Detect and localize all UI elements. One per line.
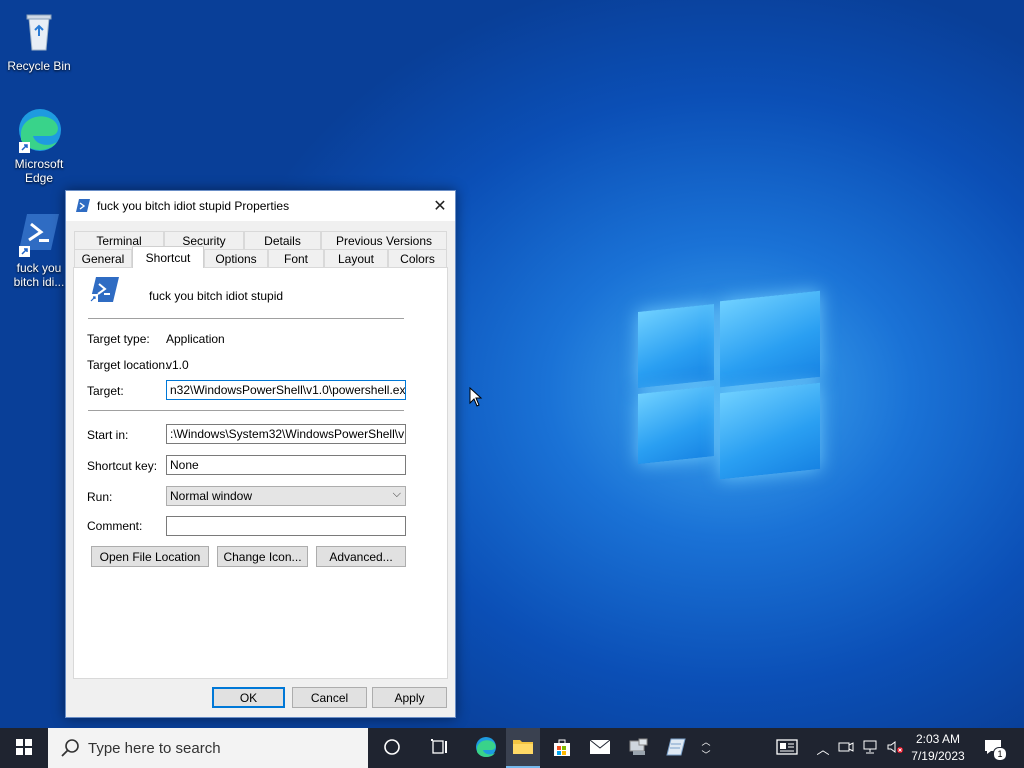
computer-icon	[627, 737, 649, 760]
properties-dialog: fuck you bitch idiot stupid Properties ✕…	[65, 190, 456, 718]
open-file-location-button[interactable]: Open File Location	[91, 546, 209, 567]
change-icon-button[interactable]: Change Icon...	[217, 546, 308, 567]
close-icon: ✕	[433, 198, 447, 215]
target-location-value: v1.0	[166, 358, 189, 372]
windows-logo-wallpaper	[636, 290, 822, 480]
windows-start-icon	[16, 738, 32, 758]
tab-layout[interactable]: Layout	[324, 249, 388, 267]
start-in-input[interactable]: :\Windows\System32\WindowsPowerShell\v1.…	[166, 424, 406, 444]
dialog-title: fuck you bitch idiot stupid Properties	[97, 199, 290, 213]
recycle-bin-icon	[15, 8, 63, 56]
run-label: Run:	[87, 490, 113, 504]
edge-icon	[15, 106, 63, 154]
desktop-icon-label: Microsoft Edge	[14, 157, 64, 185]
notepad-icon	[665, 737, 687, 760]
ok-button[interactable]: OK	[212, 687, 285, 708]
shortcut-name: fuck you bitch idiot stupid	[149, 289, 284, 303]
cortana-icon	[383, 738, 401, 759]
clock-time: 2:03 AM	[915, 732, 961, 746]
close-button[interactable]: ✕	[425, 191, 455, 221]
divider	[88, 318, 404, 319]
shortcut-key-input[interactable]: None	[166, 455, 406, 475]
chevron-down-icon: ﹀	[701, 750, 711, 760]
desktop-icon-label: Recycle Bin	[7, 59, 71, 73]
tab-details[interactable]: Details	[244, 231, 321, 249]
cortana-button[interactable]	[372, 728, 412, 768]
taskbar-mail-button[interactable]	[582, 728, 618, 768]
news-button[interactable]	[772, 728, 802, 768]
target-type-label: Target type:	[87, 332, 150, 346]
mail-icon	[589, 739, 611, 758]
search-icon	[60, 738, 80, 758]
shortcut-tab-panel: fuck you bitch idiot stupid Target type:…	[73, 267, 448, 679]
start-button[interactable]	[0, 728, 48, 768]
folder-icon	[512, 737, 534, 758]
tray-meet-icon[interactable]	[836, 728, 856, 768]
news-icon	[776, 738, 798, 758]
notification-icon: 1	[983, 738, 1007, 761]
chevron-up-icon: ︿	[701, 737, 711, 747]
chevron-up-icon: ︿	[816, 741, 830, 757]
target-type-value: Application	[166, 332, 225, 346]
powershell-icon	[15, 210, 63, 258]
mouse-cursor-icon	[469, 386, 483, 410]
notification-center-button[interactable]: 1	[978, 728, 1008, 768]
notification-badge: 1	[993, 746, 1007, 761]
run-select-value: Normal window	[170, 489, 253, 503]
desktop-icon-label: fuck you bitch idi...	[13, 261, 65, 289]
network-icon	[862, 739, 880, 758]
comment-input[interactable]	[166, 516, 406, 536]
tab-colors[interactable]: Colors	[388, 249, 447, 267]
cancel-button[interactable]: Cancel	[292, 687, 367, 708]
tab-row-top: Terminal Security Details Previous Versi…	[74, 231, 447, 249]
powershell-icon	[88, 276, 120, 307]
divider	[88, 410, 404, 411]
target-label: Target:	[87, 384, 124, 398]
taskbar-file-explorer-button[interactable]	[506, 728, 540, 768]
shortcut-key-label: Shortcut key:	[87, 459, 158, 473]
run-select[interactable]: Normal window ⌵	[166, 486, 406, 506]
edge-icon	[474, 735, 498, 762]
tab-general[interactable]: General	[74, 249, 132, 267]
chevron-down-icon: ⌵	[392, 488, 401, 500]
dialog-titlebar[interactable]: fuck you bitch idiot stupid Properties ✕	[66, 191, 455, 221]
tab-previous-versions[interactable]: Previous Versions	[321, 231, 447, 249]
taskbar: Type here to search ︿ ﹀ ︿ 2:03 AM 7/19/2…	[0, 728, 1024, 768]
tab-options[interactable]: Options	[204, 249, 268, 267]
store-icon	[552, 737, 572, 760]
taskbar-store-button[interactable]	[544, 728, 580, 768]
taskbar-app-button-2[interactable]	[658, 728, 694, 768]
tray-network-icon[interactable]	[860, 728, 882, 768]
camera-icon	[838, 740, 854, 757]
advanced-button[interactable]: Advanced...	[316, 546, 406, 567]
show-hidden-icons-button[interactable]: ︿	[812, 728, 834, 768]
tab-shortcut[interactable]: Shortcut	[132, 246, 204, 268]
desktop-icon-microsoft-edge[interactable]: Microsoft Edge	[1, 106, 77, 185]
taskbar-scroll[interactable]: ︿ ﹀	[698, 728, 714, 768]
target-input[interactable]: n32\WindowsPowerShell\v1.0\powershell.ex…	[166, 380, 406, 400]
start-in-label: Start in:	[87, 428, 129, 442]
task-view-icon	[430, 738, 450, 759]
tab-row-bottom: General Shortcut Options Font Layout Col…	[74, 246, 447, 268]
search-placeholder: Type here to search	[88, 739, 221, 757]
target-location-label: Target location:	[87, 358, 169, 372]
desktop-icon-recycle-bin[interactable]: Recycle Bin	[1, 8, 77, 73]
task-view-button[interactable]	[420, 728, 460, 768]
taskbar-edge-button[interactable]	[466, 728, 506, 768]
taskbar-search-box[interactable]: Type here to search	[48, 728, 368, 768]
clock-date: 7/19/2023	[911, 749, 965, 763]
taskbar-clock[interactable]: 2:03 AM 7/19/2023	[900, 731, 976, 765]
apply-button[interactable]: Apply	[372, 687, 447, 708]
tab-font[interactable]: Font	[268, 249, 324, 267]
powershell-icon	[75, 198, 91, 214]
taskbar-app-button[interactable]	[620, 728, 656, 768]
comment-label: Comment:	[87, 519, 143, 533]
